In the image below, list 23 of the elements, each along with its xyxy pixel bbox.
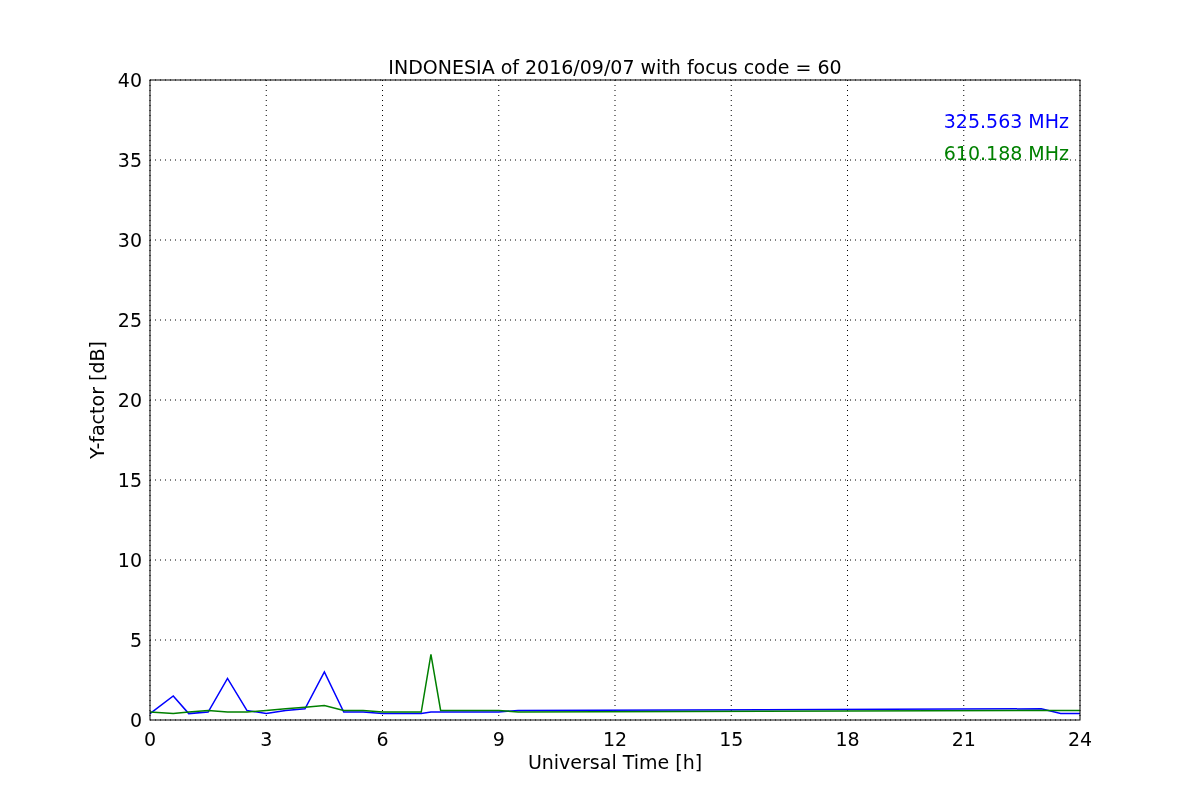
y-tick-label: 5 <box>129 629 142 651</box>
x-tick-label: 15 <box>719 728 744 750</box>
series-label: 325.563 MHz <box>943 110 1069 132</box>
x-tick-label: 21 <box>951 728 976 750</box>
y-tick-label: 25 <box>117 309 142 331</box>
y-tick-label: 30 <box>117 229 142 251</box>
x-tick-label: 6 <box>376 728 389 750</box>
series-label: 610.188 MHz <box>943 142 1069 164</box>
x-tick-label: 18 <box>835 728 860 750</box>
y-tick-label: 15 <box>117 469 142 491</box>
x-tick-label: 3 <box>260 728 273 750</box>
y-tick-label: 35 <box>117 149 142 171</box>
y-tick-label: 20 <box>117 389 142 411</box>
x-tick-label: 9 <box>492 728 505 750</box>
x-axis-label: Universal Time [h] <box>527 751 703 773</box>
y-tick-label: 10 <box>117 549 142 571</box>
x-tick-label: 12 <box>602 728 628 750</box>
chart-title: INDONESIA of 2016/09/07 with focus code = 60 <box>388 56 842 78</box>
x-tick-label: 0 <box>143 728 157 750</box>
y-axis-label: Y-factor [dB] <box>86 341 108 459</box>
y-tick-label: 0 <box>129 709 142 731</box>
x-tick-label: 24 <box>1067 728 1093 750</box>
y-tick-label: 40 <box>117 69 142 91</box>
